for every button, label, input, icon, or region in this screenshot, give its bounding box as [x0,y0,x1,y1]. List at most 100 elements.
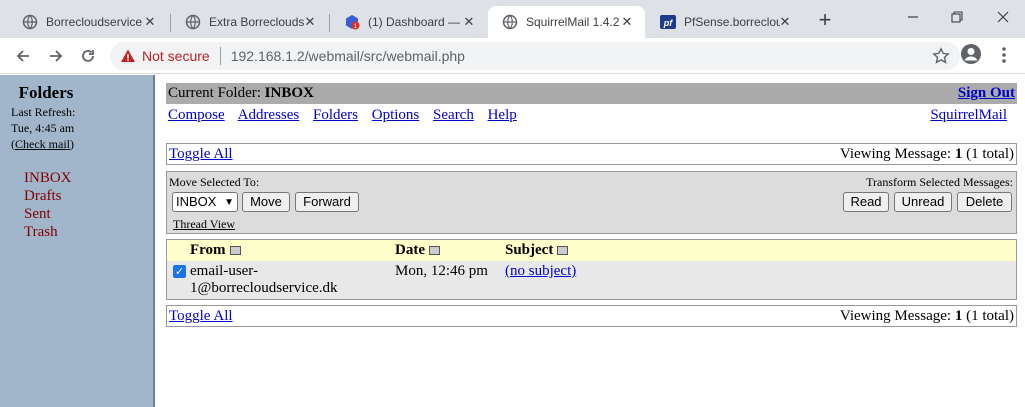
table-header: From Date Subject [167,240,1016,261]
tab-strip: Borrecloudservice ✕ Extra Borreclouds ✕ … [0,0,1025,38]
globe-icon [185,14,201,30]
toggle-all-link[interactable]: Toggle All [169,308,233,324]
message-table: From Date Subject ✓ email-user- 1@borrecl… [166,239,1017,300]
column-from[interactable]: From [190,240,241,261]
sort-icon[interactable] [429,246,440,256]
table-row[interactable]: ✓ email-user- 1@borrecloudservice.dk Mon,… [167,261,1016,299]
globe-icon [502,14,518,30]
current-folder-bar: Current Folder: INBOX Sign Out [166,83,1017,104]
browser-tab[interactable]: 1 (1) Dashboard — ✕ [330,6,487,38]
sort-icon[interactable] [557,246,569,256]
viewing-info: Viewing Message: 1 (1 total) [840,306,1014,326]
folder-inbox[interactable]: INBOX [24,169,72,187]
folder-sent[interactable]: Sent [24,205,72,223]
menu-search[interactable]: Search [433,107,474,123]
close-window-button[interactable] [980,4,1025,32]
forward-nav-button[interactable] [43,43,69,69]
browser-tab-active[interactable]: SquirrelMail 1.4.2 ✕ [488,6,645,38]
menu-kebab-icon[interactable] [996,45,1012,70]
read-button[interactable]: Read [843,192,889,212]
bookmark-star-icon[interactable] [932,47,950,68]
svg-text:pf: pf [663,18,673,28]
refresh-info: Last Refresh: Tue, 4:45 am (Check mail) [11,104,75,152]
sidebar-title: Folders [18,83,74,102]
viewing-num: 1 [954,308,963,324]
restore-button[interactable] [934,4,980,32]
browser-tab[interactable]: Borrecloudservice ✕ [8,6,168,38]
browser-tab[interactable]: Extra Borreclouds ✕ [171,6,328,38]
reload-button[interactable] [75,43,101,69]
arrow-left-icon [16,50,29,62]
tab-title: Extra Borreclouds [209,15,305,29]
minimize-button[interactable] [890,4,936,32]
browser-tab[interactable]: pf PfSense.borreclou ✕ [646,6,803,38]
close-icon[interactable]: ✕ [461,14,477,30]
close-icon[interactable]: ✕ [777,14,793,30]
message-date: Mon, 12:46 pm [395,263,488,279]
toggle-bar-bottom: Toggle All Viewing Message: 1 (1 total) [166,305,1017,327]
tab-title: (1) Dashboard — [368,15,461,29]
viewing-total: (1 total) [966,308,1014,324]
toggle-all-link[interactable]: Toggle All [169,146,233,162]
message-subject-link[interactable]: (no subject) [505,263,576,280]
from-line-2: 1@borrecloudservice.dk [190,280,338,296]
menu-addresses[interactable]: Addresses [238,107,300,123]
menu-options[interactable]: Options [372,107,420,123]
viewing-total: (1 total) [966,146,1014,162]
thread-view-link[interactable]: Thread View [173,217,235,232]
url-text[interactable]: 192.168.1.2/webmail/src/webmail.php [231,48,465,64]
reload-icon [82,50,94,62]
chevron-down-icon: ▼ [224,197,234,208]
column-date[interactable]: Date [395,240,440,261]
menu-help[interactable]: Help [488,107,517,123]
folder-drafts[interactable]: Drafts [24,187,72,205]
close-icon[interactable]: ✕ [142,14,158,30]
from-line-1: email-user- [190,263,258,279]
menu-compose[interactable]: Compose [168,107,225,123]
main-menu: Compose Addresses Folders Options Search… [168,106,1017,124]
viewing-label: Viewing Message: [839,146,952,162]
address-bar[interactable]: Not secure 192.168.1.2/webmail/src/webma… [110,42,960,70]
security-label[interactable]: Not secure [142,48,210,64]
viewing-info: Viewing Message: 1 (1 total) [840,144,1014,164]
sign-out-link[interactable]: Sign Out [958,83,1015,104]
folder-trash[interactable]: Trash [24,223,72,241]
current-folder-name: INBOX [264,85,314,101]
column-subject[interactable]: Subject [505,240,569,261]
move-target-value: INBOX [176,194,217,209]
column-from-label: From [190,242,226,258]
current-folder-label: Current Folder: [168,85,261,101]
new-tab-button[interactable]: + [812,8,838,34]
move-button[interactable]: Move [242,192,290,212]
message-checkbox[interactable]: ✓ [173,265,186,278]
check-mail-link[interactable]: Check mail [15,137,70,151]
move-selected-label: Move Selected To: [169,175,260,189]
menu-folders[interactable]: Folders [313,107,358,123]
check-mail-row: (Check mail) [11,136,75,152]
warning-icon[interactable] [120,48,136,64]
pfsense-icon: pf [660,14,676,30]
back-button[interactable] [10,43,36,69]
delete-button[interactable]: Delete [957,192,1012,212]
profile-avatar-icon[interactable] [960,43,982,70]
viewing-num: 1 [954,146,963,162]
close-icon[interactable]: ✕ [619,14,635,30]
squirrelmail-link[interactable]: SquirrelMail [930,106,1007,124]
close-icon[interactable]: ✕ [302,14,318,30]
viewing-label: Viewing Message: [839,308,952,324]
message-list-frame: Current Folder: INBOX Sign Out Compose A… [157,75,1025,407]
move-target-select[interactable]: INBOX ▼ [172,192,238,212]
globe-icon [22,14,38,30]
unread-button[interactable]: Unread [894,192,952,212]
paren-close: ) [69,137,74,151]
tab-title: Borrecloudservice [46,15,143,29]
column-subject-label: Subject [505,242,554,258]
transform-label: Transform Selected Messages: [866,175,1013,189]
browser-toolbar: Not secure 192.168.1.2/webmail/src/webma… [0,38,1025,74]
toggle-bar-top: Toggle All Viewing Message: 1 (1 total) [166,143,1017,165]
dashboard-icon: 1 [344,14,360,30]
folder-sidebar: Folders Last Refresh: Tue, 4:45 am (Chec… [0,75,155,407]
last-refresh-time: Tue, 4:45 am [11,121,75,135]
forward-button[interactable]: Forward [295,192,359,212]
sort-icon[interactable] [229,246,241,256]
